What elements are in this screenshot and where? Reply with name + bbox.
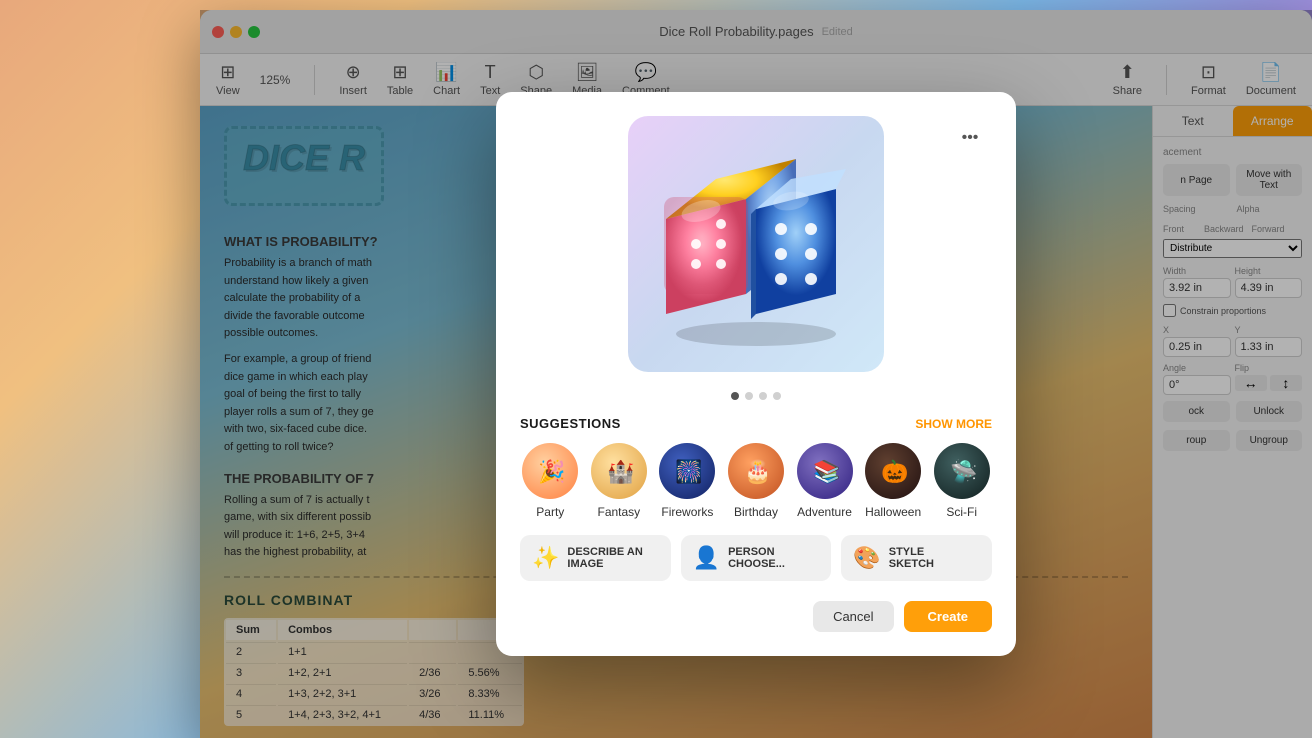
suggestion-halloween[interactable]: 🎃 Halloween: [865, 443, 921, 519]
party-icon: 🎉: [522, 443, 578, 499]
adventure-label: Adventure: [797, 505, 852, 519]
modal-overlay: ••• SUGGESTIONS SHOW MORE 🎉: [200, 10, 1312, 738]
svg-text:🎃: 🎃: [881, 459, 908, 484]
style-button[interactable]: 🎨 STYLE SKETCH: [841, 535, 992, 581]
image-generation-modal: ••• SUGGESTIONS SHOW MORE 🎉: [496, 92, 1016, 656]
fantasy-label: Fantasy: [598, 505, 641, 519]
cancel-button[interactable]: Cancel: [813, 601, 893, 632]
svg-text:🎆: 🎆: [675, 459, 702, 484]
suggestions-grid: 🎉 Party 🏰 Fantasy 🎆 Fireworks: [520, 443, 992, 519]
halloween-icon: 🎃: [865, 443, 921, 499]
person-button[interactable]: 👤 PERSON CHOOSE...: [681, 535, 832, 581]
suggestion-fantasy[interactable]: 🏰 Fantasy: [591, 443, 647, 519]
fantasy-icon: 🏰: [591, 443, 647, 499]
style-text: STYLE SKETCH: [889, 546, 934, 570]
more-options-button[interactable]: •••: [956, 124, 984, 152]
style-icon: 🎨: [853, 545, 880, 571]
suggestions-title: SUGGESTIONS: [520, 416, 621, 431]
create-button[interactable]: Create: [904, 601, 992, 632]
more-icon: •••: [962, 129, 979, 147]
describe-text: DESCRIBE AN IMAGE: [567, 546, 642, 570]
mac-window: Dice Roll Probability.pages Edited ⊞ Vie…: [200, 10, 1312, 738]
suggestions-header: SUGGESTIONS SHOW MORE: [520, 416, 992, 431]
adventure-icon: 📚: [797, 443, 853, 499]
modal-footer: Cancel Create: [520, 601, 992, 632]
fireworks-icon: 🎆: [659, 443, 715, 499]
person-text: PERSON CHOOSE...: [728, 546, 785, 570]
dot-2[interactable]: [745, 392, 753, 400]
birthday-icon: 🎂: [728, 443, 784, 499]
dot-1[interactable]: [731, 392, 739, 400]
dot-4[interactable]: [773, 392, 781, 400]
svg-text:🏰: 🏰: [607, 459, 634, 484]
dot-3[interactable]: [759, 392, 767, 400]
svg-text:🎉: 🎉: [538, 459, 565, 485]
suggestion-birthday[interactable]: 🎂 Birthday: [728, 443, 784, 519]
suggestion-party[interactable]: 🎉 Party: [522, 443, 578, 519]
sci-fi-icon: 🛸: [934, 443, 990, 499]
fireworks-label: Fireworks: [661, 505, 713, 519]
suggestion-adventure[interactable]: 📚 Adventure: [797, 443, 853, 519]
modal-image-area: •••: [520, 116, 992, 372]
suggestion-fireworks[interactable]: 🎆 Fireworks: [659, 443, 715, 519]
svg-text:🎂: 🎂: [744, 458, 771, 485]
party-label: Party: [536, 505, 564, 519]
svg-text:📚: 📚: [813, 459, 840, 484]
birthday-label: Birthday: [734, 505, 778, 519]
describe-image-button[interactable]: ✨ DESCRIBE AN IMAGE: [520, 535, 671, 581]
svg-text:🛸: 🛸: [950, 458, 977, 485]
show-more-button[interactable]: SHOW MORE: [915, 417, 992, 431]
halloween-label: Halloween: [865, 505, 921, 519]
person-icon: 👤: [693, 545, 720, 571]
dots-nav: [520, 392, 992, 400]
dice-svg: [636, 139, 876, 349]
sci-fi-label: Sci-Fi: [946, 505, 977, 519]
options-row: ✨ DESCRIBE AN IMAGE 👤 PERSON CHOOSE... 🎨: [520, 535, 992, 581]
sparkle-icon: ✨: [532, 545, 559, 571]
dice-preview: [628, 116, 884, 372]
suggestion-sci-fi[interactable]: 🛸 Sci-Fi: [934, 443, 990, 519]
